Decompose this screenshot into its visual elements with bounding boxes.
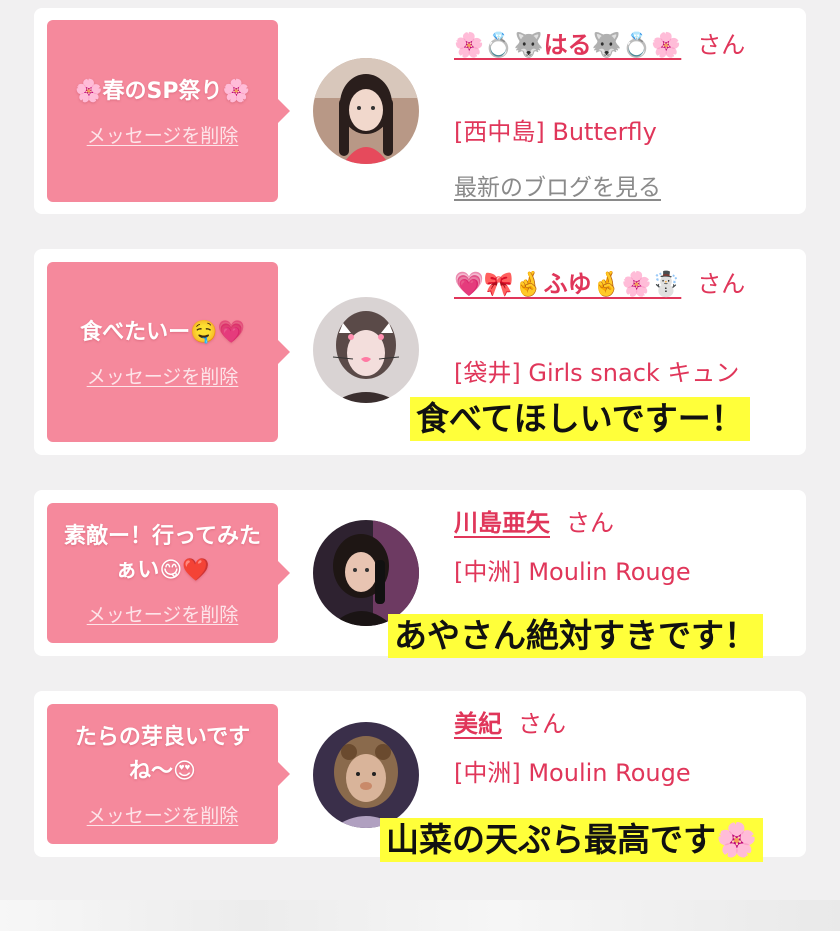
message-bubble: 素敵ー！行ってみたぁい😋❤️ メッセージを削除 [47,503,290,643]
delete-message-link[interactable]: メッセージを削除 [87,801,239,828]
message-bubble: 🌸春のSP祭り🌸 メッセージを削除 [47,20,290,202]
avatar[interactable] [313,297,419,403]
message-text: 素敵ー！行ってみたぁい😋❤️ [64,523,261,583]
delete-message-link[interactable]: メッセージを削除 [87,600,239,627]
cast-name-line: 川島亜矢 さん [454,504,794,542]
shop-label: [西中島] Butterfly [454,118,657,146]
overlay-caption: あやさん絶対すきです！ [388,614,763,658]
honorific: さん [518,710,566,738]
cast-name-line: 🌸💍🐺はる🐺💍🌸 さん [454,26,794,64]
message-bubble: 食べたいー🤤💗 メッセージを削除 [47,262,290,442]
avatar[interactable] [313,722,419,828]
message-text: 食べたいー🤤💗 [80,319,245,345]
girl-avatar-icon [313,58,419,164]
message-card: 🌸春のSP祭り🌸 メッセージを削除 🌸💍🐺はる🐺💍🌸 さん [西中島] Butte… [34,8,806,214]
overlay-caption: 食べてほしいですー！ [410,397,750,441]
message-text: 🌸春のSP祭り🌸 [75,78,250,104]
shop-label: [中洲] Moulin Rouge [454,759,691,787]
cast-name-link[interactable]: 🌸💍🐺はる🐺💍🌸 [454,31,681,59]
avatar[interactable] [313,520,419,626]
cast-name-line: 💗🎀🤞ふゆ🤞🌸☃️ さん [454,265,794,303]
girl-avatar-icon [313,520,419,626]
honorific: さん [697,31,746,59]
cast-name-line: 美紀 さん [454,705,794,743]
honorific: さん [697,270,746,298]
shop-label: [袋井] Girls snack キュン [454,359,740,387]
cast-name-link[interactable]: 💗🎀🤞ふゆ🤞🌸☃️ [454,270,681,298]
message-text: たらの芽良いですね〜😍 [74,724,251,784]
overlay-caption: 山菜の天ぷら最高です🌸 [380,818,764,862]
message-bubble: たらの芽良いですね〜😍 メッセージを削除 [47,704,290,844]
shop-label: [中洲] Moulin Rouge [454,558,691,586]
avatar[interactable] [313,58,419,164]
cast-name-link[interactable]: 美紀 [454,710,502,738]
girl-avatar-icon [313,297,419,403]
cast-name-link[interactable]: 川島亜矢 [454,509,550,537]
honorific: さん [566,509,614,537]
delete-message-link[interactable]: メッセージを削除 [87,121,239,148]
delete-message-link[interactable]: メッセージを削除 [87,362,239,389]
girl-avatar-icon [313,722,419,828]
page-bottom-strip [0,900,840,931]
latest-blog-link[interactable]: 最新のブログを見る [454,168,661,202]
